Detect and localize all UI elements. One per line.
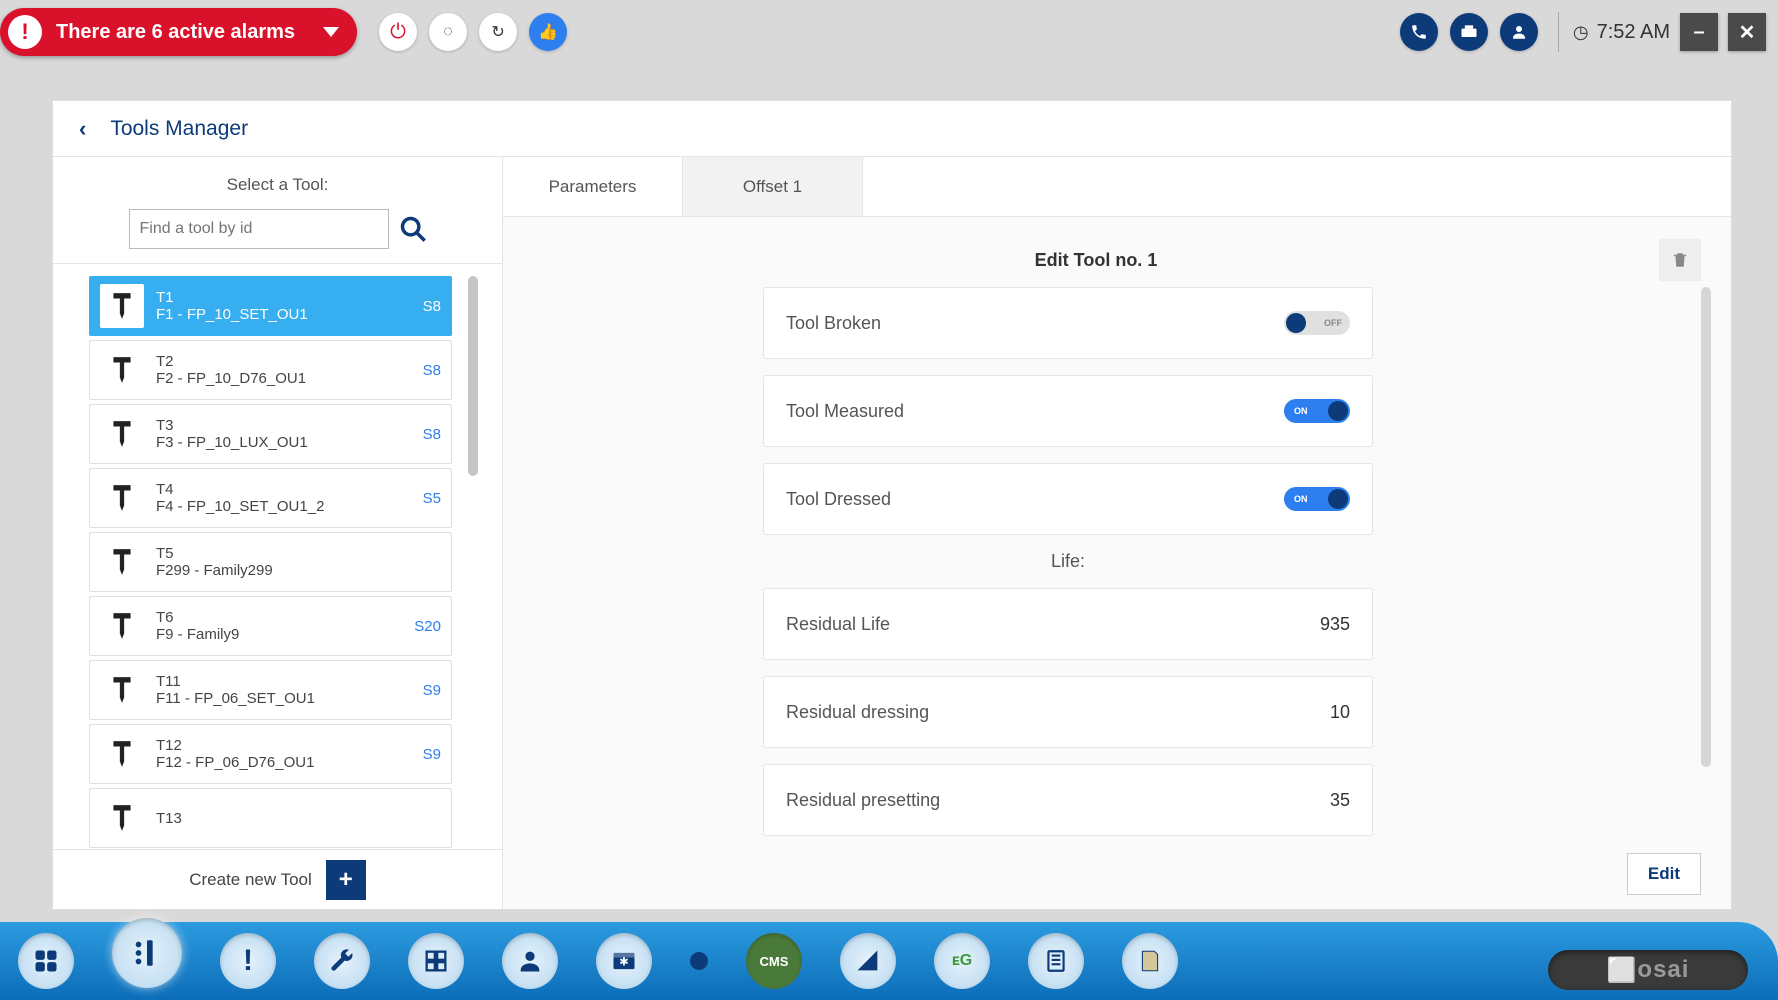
close-button[interactable]: ✕ [1728, 13, 1766, 51]
taskbar-wrench[interactable] [314, 933, 370, 989]
tool-list-scrollbar[interactable] [468, 276, 478, 476]
tool-item-T13[interactable]: T13 [89, 788, 452, 848]
tool-item-T6[interactable]: T6F9 - Family9S20 [89, 596, 452, 656]
delete-button[interactable] [1659, 239, 1701, 281]
system-button-1[interactable]: ◌ [429, 13, 467, 51]
tool-badge: S8 [423, 426, 441, 443]
params-scrollbar[interactable] [1701, 287, 1711, 767]
toggle-tool-dressed[interactable]: ON [1284, 487, 1350, 511]
alarm-text: There are 6 active alarms [56, 21, 295, 44]
tool-badge: S8 [423, 298, 441, 315]
tool-badge: S9 [423, 682, 441, 699]
tool-badge: S5 [423, 490, 441, 507]
tool-item-T11[interactable]: T11F11 - FP_06_SET_OU1S9 [89, 660, 452, 720]
phone-button[interactable] [1400, 13, 1438, 51]
taskbar-profile[interactable] [502, 933, 558, 989]
tool-item-T1[interactable]: T1F1 - FP_10_SET_OU1S8 [89, 276, 452, 336]
toggle-tool-measured[interactable]: ON [1284, 399, 1350, 423]
system-button-2[interactable]: ↻ [479, 13, 517, 51]
param-tool-broken: Tool Broken OFF [763, 287, 1373, 359]
tool-item-T12[interactable]: T12F12 - FP_06_D76_OU1S9 [89, 724, 452, 784]
tool-icon [100, 476, 144, 520]
edit-title: Edit Tool no. 1 [533, 250, 1659, 271]
tool-item-T2[interactable]: T2F2 - FP_10_D76_OU1S8 [89, 340, 452, 400]
tab-parameters[interactable]: Parameters [503, 157, 683, 216]
param-residual-presetting: Residual presetting 35 [763, 764, 1373, 836]
tool-icon [100, 668, 144, 712]
clock-icon: ◷ [1573, 22, 1589, 43]
tool-icon [100, 412, 144, 456]
search-input[interactable] [129, 209, 389, 249]
tab-offset1[interactable]: Offset 1 [683, 157, 863, 216]
param-tool-dressed: Tool Dressed ON [763, 463, 1373, 535]
taskbar-home[interactable] [18, 933, 74, 989]
create-tool-button[interactable]: + [326, 860, 366, 900]
tool-item-T5[interactable]: T5F299 - Family299 [89, 532, 452, 592]
clock-time: 7:52 AM [1597, 21, 1670, 44]
taskbar-layout[interactable] [408, 933, 464, 989]
back-button[interactable]: ‹ [79, 116, 86, 142]
taskbar-notes[interactable] [1122, 933, 1178, 989]
toggle-tool-broken[interactable]: OFF [1284, 311, 1350, 335]
tool-icon [100, 348, 144, 392]
tool-item-T4[interactable]: T4F4 - FP_10_SET_OU1_2S5 [89, 468, 452, 528]
tool-icon [100, 604, 144, 648]
tool-icon [100, 540, 144, 584]
page-title: Tools Manager [110, 117, 248, 141]
select-tool-label: Select a Tool: [73, 175, 482, 195]
taskbar-calculator[interactable] [1028, 933, 1084, 989]
brand-logo: ⬜osai [1548, 950, 1748, 990]
clock: ◷ 7:52 AM [1573, 21, 1670, 44]
tool-badge: S20 [414, 618, 441, 635]
taskbar-alerts[interactable]: ! [220, 933, 276, 989]
like-button[interactable]: 👍 [529, 13, 567, 51]
taskbar-eg[interactable]: ᴇG [934, 933, 990, 989]
power-button[interactable]: ⏻ [379, 13, 417, 51]
tool-item-T3[interactable]: T3F3 - FP_10_LUX_OU1S8 [89, 404, 452, 464]
alarm-banner[interactable]: ! There are 6 active alarms [0, 8, 357, 56]
edit-button[interactable]: Edit [1627, 853, 1701, 895]
alert-icon: ! [8, 15, 42, 49]
search-icon[interactable] [399, 215, 427, 243]
tool-badge: S9 [423, 746, 441, 763]
taskbar-settings[interactable]: ✱ [596, 933, 652, 989]
life-section-label: Life: [763, 551, 1373, 572]
taskbar-tools-manager[interactable] [112, 918, 182, 988]
param-tool-measured: Tool Measured ON [763, 375, 1373, 447]
param-residual-dressing: Residual dressing 10 [763, 676, 1373, 748]
chevron-down-icon [323, 27, 339, 37]
tool-icon [100, 796, 144, 840]
minimize-button[interactable]: – [1680, 13, 1718, 51]
param-residual-life: Residual Life 935 [763, 588, 1373, 660]
device-button[interactable] [1450, 13, 1488, 51]
svg-text:✱: ✱ [619, 956, 629, 969]
taskbar-app1[interactable] [840, 933, 896, 989]
taskbar-cms[interactable]: CMS [746, 933, 802, 989]
tool-badge: S8 [423, 362, 441, 379]
tool-icon [100, 284, 144, 328]
taskbar-indicator [690, 952, 708, 970]
create-tool-label: Create new Tool [189, 870, 312, 890]
user-button[interactable] [1500, 13, 1538, 51]
tool-icon [100, 732, 144, 776]
